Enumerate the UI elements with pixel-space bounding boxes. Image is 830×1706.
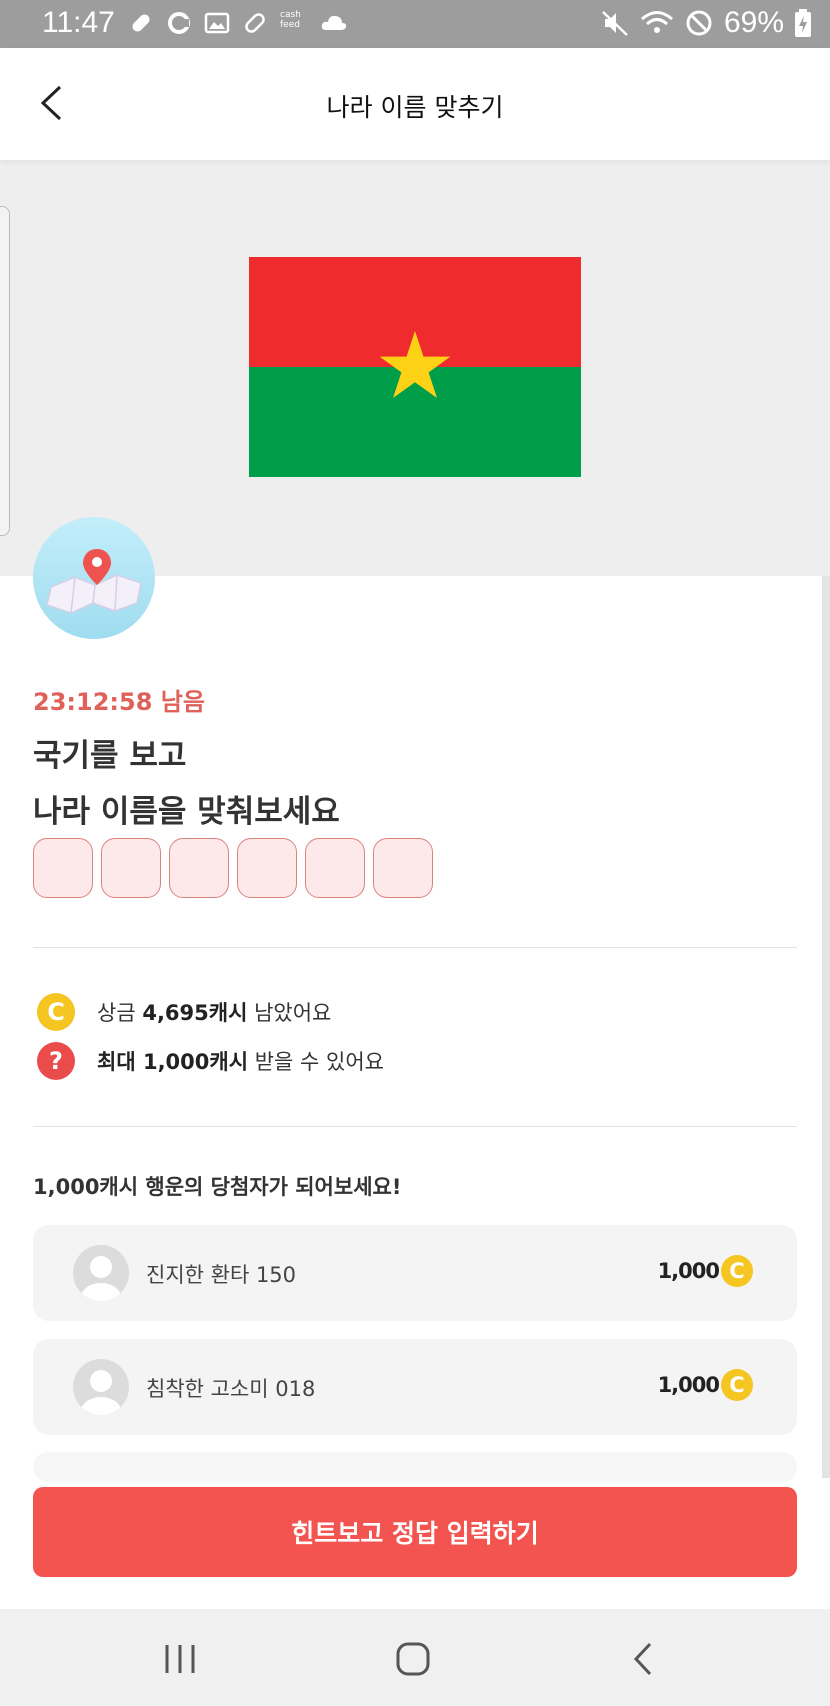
prize-remaining-row: C 상금 4,695캐시 남았어요: [37, 993, 331, 1031]
system-nav-bar: [0, 1609, 830, 1706]
recent-apps-button[interactable]: [158, 1637, 202, 1681]
winner-amount: 1,000 C: [658, 1369, 753, 1401]
prize-suffix: 남았어요: [254, 1001, 332, 1025]
mute-icon: [602, 11, 628, 36]
battery-icon: [795, 9, 811, 37]
answer-slot[interactable]: [169, 838, 229, 898]
image-icon: [204, 12, 230, 34]
country-flag: [249, 257, 581, 477]
avatar: [73, 1245, 129, 1301]
question-icon: ?: [37, 1042, 75, 1080]
question-line-2: 나라 이름을 맞춰보세요: [33, 794, 340, 830]
recent-apps-icon: [165, 1645, 195, 1673]
question-line-1: 국기를 보고: [33, 738, 187, 774]
wifi-icon: [640, 11, 673, 33]
pill-icon: [245, 13, 265, 33]
back-nav-button[interactable]: [622, 1637, 666, 1681]
coin-icon: C: [37, 993, 75, 1031]
back-icon: [633, 1642, 652, 1676]
user-icon: [81, 1256, 121, 1301]
pill-icon: [168, 12, 190, 34]
winner-amount: 1,000 C: [658, 1255, 753, 1287]
page-title: 나라 이름 맞추기: [326, 93, 504, 122]
winner-amount-value: 1,000: [657, 1373, 720, 1397]
flag-bottom-band: [249, 367, 581, 477]
answer-slot[interactable]: [33, 838, 93, 898]
home-icon: [396, 1642, 430, 1676]
lucky-winners-title: 1,000캐시 행운의 당첨자가 되어보세요!: [33, 1175, 402, 1199]
winner-card-partial: [33, 1452, 797, 1482]
coin-icon: C: [721, 1369, 753, 1401]
answer-slot[interactable]: [237, 838, 297, 898]
prize-value: 4,695캐시: [142, 1001, 248, 1025]
status-system-icons: 69%: [600, 6, 812, 40]
answer-input-slots[interactable]: [33, 838, 433, 898]
winner-card: 침착한 고소미 018 1,000 C: [33, 1339, 797, 1435]
avatar: [73, 1359, 129, 1415]
battery-percent: 69%: [723, 6, 784, 39]
winner-amount-value: 1,000: [657, 1259, 720, 1283]
question-text: 국기를 보고 나라 이름을 맞춰보세요: [33, 728, 340, 840]
winner-card: 진지한 환타 150 1,000 C: [33, 1225, 797, 1321]
home-button[interactable]: [391, 1637, 435, 1681]
pill-icon: [132, 14, 150, 32]
max-reward-row: ? 최대 1,000캐시 받을 수 있어요: [37, 1042, 384, 1080]
max-label: 최대 1,000캐시: [97, 1050, 249, 1074]
divider: [33, 947, 797, 948]
status-notification-icons: cash feed: [128, 10, 348, 36]
answer-slot[interactable]: [101, 838, 161, 898]
app-header: 나라 이름 맞추기: [0, 48, 830, 160]
user-icon: [81, 1370, 121, 1415]
answer-slot[interactable]: [305, 838, 365, 898]
map-pin-badge: [33, 517, 155, 639]
cashfeed-icon: cash feed: [280, 10, 301, 30]
block-icon: [686, 10, 712, 36]
side-panel-handle[interactable]: [0, 206, 10, 536]
winner-name: 진지한 환타 150: [146, 1263, 297, 1287]
answer-slot[interactable]: [373, 838, 433, 898]
coin-icon: C: [721, 1255, 753, 1287]
cloud-icon: [321, 15, 347, 30]
winner-name: 침착한 고소미 018: [146, 1377, 316, 1401]
timer-text: 23:12:58 남음: [33, 688, 205, 716]
map-pin-icon: [46, 549, 142, 614]
status-time: 11:47: [42, 6, 115, 39]
divider: [33, 1126, 797, 1127]
hint-answer-button[interactable]: 힌트보고 정답 입력하기: [33, 1487, 797, 1577]
status-bar: 11:47 cash feed 69%: [0, 0, 830, 48]
max-suffix: 받을 수 있어요: [254, 1050, 384, 1074]
prize-label: 상금: [97, 1001, 136, 1025]
